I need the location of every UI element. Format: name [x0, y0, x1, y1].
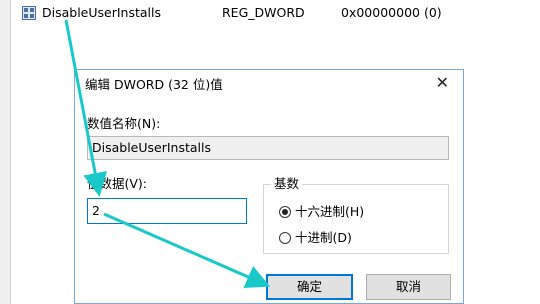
radio-decimal[interactable]: 十进制(D)	[279, 230, 352, 246]
dialog-title: 编辑 DWORD (32 位)值	[85, 77, 223, 92]
edit-dword-dialog: 编辑 DWORD (32 位)值 ✕ 数值名称(N): DisableUserI…	[74, 69, 464, 304]
ok-button[interactable]: 确定	[266, 274, 353, 300]
registry-value-data: 0x00000000 (0)	[341, 5, 442, 20]
radio-dec-label: 十进制(D)	[295, 230, 352, 245]
close-icon[interactable]: ✕	[436, 74, 449, 92]
registry-value-icon	[22, 6, 36, 20]
radio-unchecked-icon[interactable]	[279, 232, 291, 244]
value-data-input[interactable]: 2	[87, 198, 247, 224]
radio-hex-label: 十六进制(H)	[295, 204, 365, 219]
value-name-field: DisableUserInstalls	[87, 136, 449, 160]
registry-tree-edge	[0, 0, 11, 304]
radio-checked-icon[interactable]	[279, 206, 291, 218]
value-name-label: 数值名称(N):	[87, 116, 161, 131]
registry-value-row[interactable]: DisableUserInstalls REG_DWORD 0x00000000…	[22, 4, 540, 22]
registry-value-name: DisableUserInstalls	[42, 5, 162, 20]
value-data-label: 值数据(V):	[87, 176, 148, 191]
base-group-label: 基数	[271, 176, 303, 192]
registry-value-type: REG_DWORD	[222, 5, 305, 20]
cancel-button[interactable]: 取消	[366, 274, 451, 300]
radio-hexadecimal[interactable]: 十六进制(H)	[279, 204, 364, 220]
